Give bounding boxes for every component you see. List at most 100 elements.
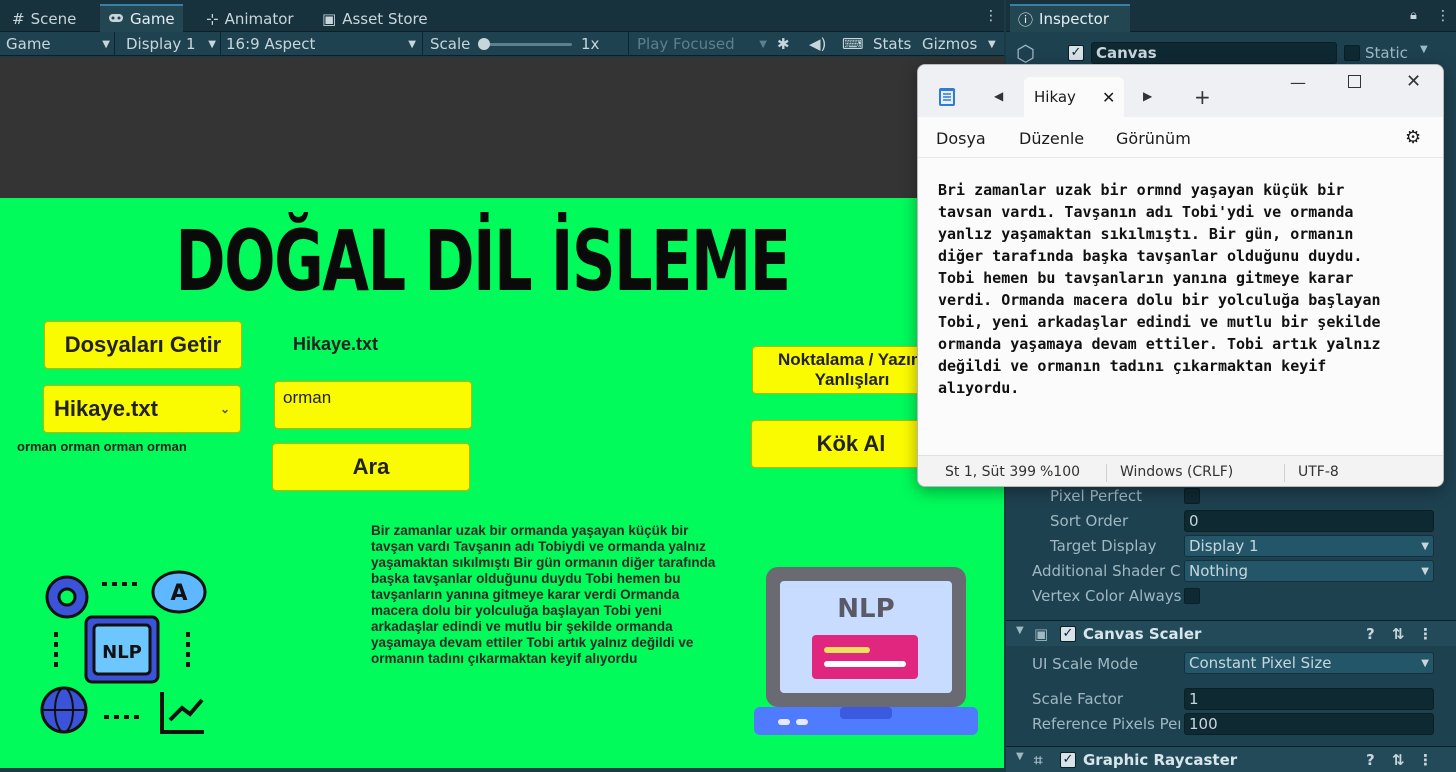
pixel-perfect-checkbox[interactable]	[1184, 488, 1200, 504]
raycaster-icon: ⌗	[1034, 751, 1043, 769]
ui-scale-mode-label: UI Scale Mode	[1032, 655, 1139, 673]
preset-icon[interactable]: ⇅	[1392, 751, 1405, 769]
play-focused-dropdown[interactable]: Play Focused ▼	[637, 34, 767, 54]
scale-factor-value: 1	[1189, 690, 1199, 708]
file-dropdown[interactable]: Hikaye.txt ⌄	[43, 385, 241, 433]
search-input[interactable]: orman	[274, 381, 472, 429]
scale-slider[interactable]	[480, 43, 572, 46]
close-window-icon[interactable]: ✕	[1406, 71, 1421, 92]
fetch-files-label: Dosyaları Getir	[64, 332, 222, 357]
scale-label: Scale	[430, 35, 471, 53]
target-display-value: Display 1	[1189, 537, 1259, 555]
ref-pixels-value: 100	[1189, 715, 1218, 733]
nlp-laptop-illustration: NLP	[754, 567, 978, 735]
more-options-icon[interactable]: ⋮	[1418, 751, 1433, 769]
tab-game[interactable]: Game	[100, 4, 183, 32]
object-name-field[interactable]: Canvas	[1091, 42, 1337, 64]
search-button[interactable]: Ara	[272, 443, 470, 491]
menu-edit[interactable]: Düzenle	[1019, 129, 1084, 148]
menu-file[interactable]: Dosya	[936, 129, 986, 148]
fetch-files-button[interactable]: Dosyaları Getir	[44, 321, 242, 369]
help-icon[interactable]: ?	[1366, 625, 1375, 643]
mode-dropdown[interactable]: Game ▼	[6, 34, 110, 54]
line-endings: Windows (CRLF)	[1120, 464, 1234, 480]
canvas-scaler-title: Canvas Scaler	[1083, 625, 1202, 643]
chat-bubble-icon: A	[151, 570, 207, 614]
more-options-icon[interactable]: ⋮	[984, 8, 998, 24]
help-icon[interactable]: ?	[1366, 751, 1375, 769]
inspector-tab-bar: ⓘ Inspector 🔒︎ ⋮	[1006, 0, 1456, 32]
chevron-down-icon[interactable]: ▼	[988, 34, 996, 54]
shader-channels-value: Nothing	[1189, 562, 1248, 580]
new-tab-icon[interactable]: +	[1194, 85, 1211, 109]
canvas-scaler-checkbox[interactable]: ✓	[1060, 626, 1076, 642]
chevron-down-icon: ▼	[408, 38, 416, 50]
keyboard-icon[interactable]: ⌨	[842, 34, 864, 54]
close-tab-icon[interactable]: ✕	[1102, 88, 1115, 107]
game-toolbar: Game ▼ Display 1 ▼ 16:9 Aspect ▼ Scale 1x P…	[0, 32, 1004, 56]
graphic-raycaster-header[interactable]: ▼ ⌗ ✓ Graphic Raycaster ? ⇅ ⋮	[1006, 746, 1456, 772]
gear-icon	[45, 575, 89, 619]
ui-scale-mode-dropdown[interactable]: Constant Pixel Size ▼	[1184, 652, 1434, 674]
sort-order-label: Sort Order	[1050, 512, 1129, 530]
story-text: Bir zamanlar uzak bir ormanda yaşayan kü…	[371, 523, 716, 666]
chip-label: NLP	[102, 642, 142, 663]
sort-order-field[interactable]: 0	[1184, 510, 1434, 532]
vertex-color-checkbox[interactable]	[1184, 588, 1200, 604]
tab-inspector[interactable]: ⓘ Inspector	[1010, 4, 1130, 32]
tab-animator[interactable]: ⊹ Animator	[198, 6, 302, 32]
cursor-position: St 1, Süt 399	[945, 464, 1037, 480]
tab-scene[interactable]: # Scene	[4, 6, 84, 32]
tab-asset-store[interactable]: ▣ Asset Store	[314, 6, 436, 32]
vertex-color-label: Vertex Color Always	[1032, 587, 1182, 605]
maximize-icon[interactable]	[1348, 75, 1361, 88]
stats-button[interactable]: Stats	[873, 34, 911, 54]
more-options-icon[interactable]: ⋮	[1436, 8, 1450, 24]
laptop-label: NLP	[837, 594, 894, 624]
encoding: UTF-8	[1298, 464, 1339, 480]
minimize-icon[interactable]: —	[1290, 73, 1306, 92]
chevron-down-icon: ▼	[1421, 565, 1429, 577]
store-icon: ▣	[322, 10, 337, 28]
chevron-down-icon: ▼	[1421, 657, 1429, 669]
shader-channels-dropdown[interactable]: Nothing ▼	[1184, 560, 1434, 582]
lock-icon[interactable]: 🔒︎	[1410, 8, 1417, 23]
shader-channels-label: Additional Shader Ch	[1032, 562, 1180, 580]
menu-view[interactable]: Görünüm	[1116, 129, 1191, 148]
display-dropdown[interactable]: Display 1 ▼	[126, 34, 216, 54]
notepad-title-bar: ◀ Hikay ✕ ▶ + — ✕	[918, 65, 1443, 117]
tab-scroll-left-icon[interactable]: ◀	[994, 89, 1003, 103]
chevron-down-icon[interactable]: ▼	[1420, 44, 1428, 55]
settings-gear-icon[interactable]: ⚙	[1405, 127, 1421, 148]
canvas-active-checkbox[interactable]: ✓	[1068, 45, 1084, 61]
target-display-label: Target Display	[1050, 537, 1157, 555]
preset-icon[interactable]: ⇅	[1392, 625, 1405, 643]
zoom-level: %100	[1040, 464, 1081, 480]
aspect-value: 16:9 Aspect	[226, 35, 316, 53]
chevron-down-icon[interactable]: ▼	[1016, 751, 1024, 762]
root-button-label: Kök Al	[816, 431, 886, 456]
chevron-down-icon: ▼	[1421, 540, 1429, 552]
aspect-dropdown[interactable]: 16:9 Aspect ▼	[226, 34, 416, 54]
ref-pixels-field[interactable]: 100	[1184, 713, 1434, 735]
chevron-down-icon[interactable]: ▼	[1016, 625, 1024, 636]
target-display-dropdown[interactable]: Display 1 ▼	[1184, 535, 1434, 557]
search-input-value: orman	[283, 388, 332, 407]
canvas-scaler-header[interactable]: ▼ ▣ ✓ Canvas Scaler ? ⇅ ⋮	[1006, 620, 1456, 646]
static-checkbox[interactable]	[1344, 45, 1360, 61]
bug-icon[interactable]: ✱	[777, 34, 790, 54]
notepad-tab[interactable]: Hikay ✕	[1024, 77, 1124, 117]
scale-slider-handle[interactable]	[478, 38, 490, 50]
globe-icon	[40, 686, 88, 734]
tab-animator-label: Animator	[224, 10, 294, 28]
unity-tab-bar: # Scene Game ⊹ Animator ▣ Asset Store ⋮	[0, 0, 1004, 32]
notepad-text-area[interactable]: Bri zamanlar uzak bir ormnd yaşayan küçü…	[938, 179, 1438, 399]
ui-scale-mode-value: Constant Pixel Size	[1189, 654, 1332, 672]
tab-scroll-right-icon[interactable]: ▶	[1143, 89, 1152, 103]
graphic-raycaster-title: Graphic Raycaster	[1083, 751, 1238, 769]
scale-factor-field[interactable]: 1	[1184, 688, 1434, 710]
gizmos-button[interactable]: Gizmos	[922, 34, 977, 54]
speaker-icon[interactable]: ◀)	[809, 34, 826, 54]
more-options-icon[interactable]: ⋮	[1418, 625, 1433, 643]
graphic-raycaster-checkbox[interactable]: ✓	[1060, 752, 1076, 768]
